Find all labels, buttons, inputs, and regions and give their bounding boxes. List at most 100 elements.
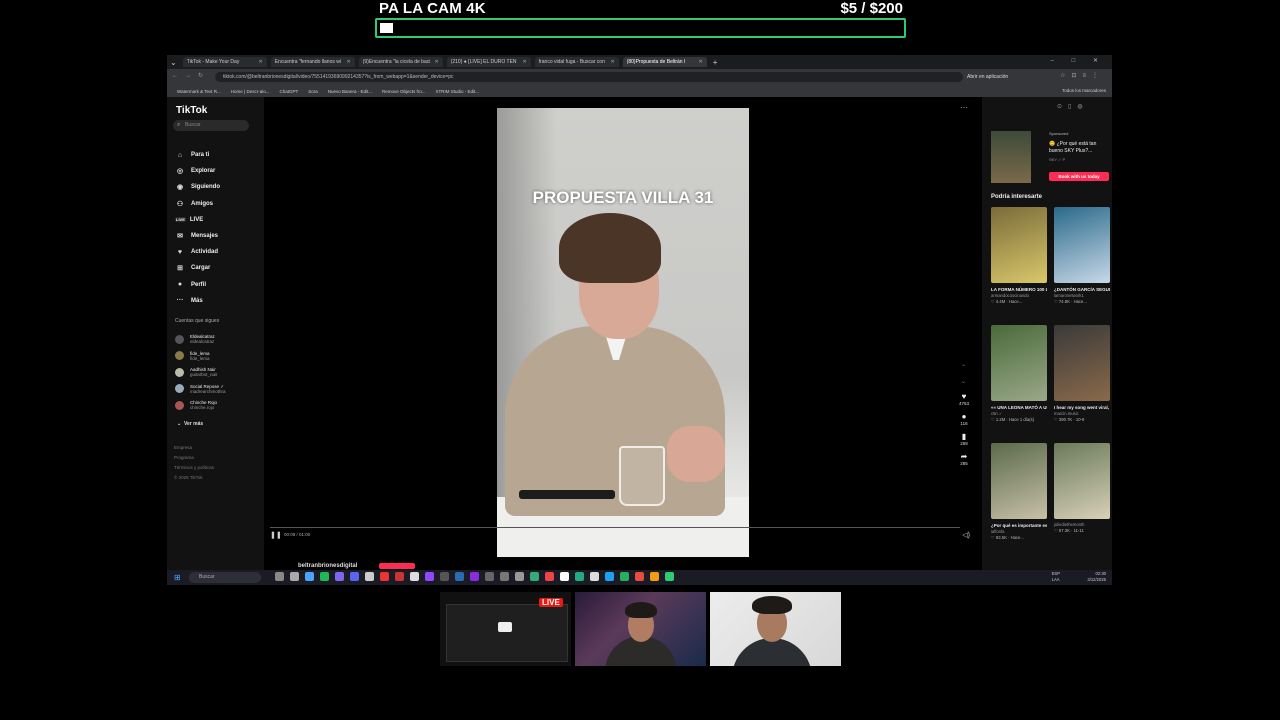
- taskbar-app-icon[interactable]: [290, 572, 299, 581]
- followed-account[interactable]: Chinche Rojo chinche.rojo: [175, 397, 226, 414]
- sidebar-item-amigos[interactable]: ⚇ Amigos: [175, 196, 220, 212]
- bookmark-item[interactable]: Sora: [308, 89, 318, 94]
- footer-link[interactable]: Programa: [174, 453, 214, 463]
- sidebar-item-siguiendo[interactable]: ◉ Siguiendo: [175, 179, 220, 195]
- video-author[interactable]: beltranbrionesdigital: [298, 563, 357, 569]
- tiktok-logo[interactable]: TikTok: [176, 105, 207, 116]
- browser-tab[interactable]: franco vidal fuga - Buscar con ✕: [534, 57, 619, 67]
- see-more-button[interactable]: ⌄ Ver más: [177, 421, 203, 427]
- taskbar-app-icon[interactable]: [275, 572, 284, 581]
- footer-link[interactable]: Empresa: [174, 443, 214, 453]
- bookmark-icon[interactable]: ▮: [957, 432, 971, 441]
- bookmark-item[interactable]: Remove Objects fro...: [382, 89, 426, 94]
- footer-link[interactable]: © 2025 TikTok: [174, 473, 214, 483]
- search-input[interactable]: ⌕ Buscar: [173, 120, 249, 131]
- tab-search-icon[interactable]: ⌄: [170, 58, 177, 67]
- volume-icon[interactable]: ◁): [962, 531, 970, 539]
- bookmark-item[interactable]: Home | Descr-alo...: [231, 89, 270, 94]
- suggested-video-card[interactable]: ¿Por qué es importante estudiar...ialfon…: [991, 443, 1047, 541]
- more-options-icon[interactable]: ···: [960, 103, 968, 112]
- taskbar-app-icon[interactable]: [575, 572, 584, 581]
- bookmark-item[interactable]: Watermark & Text R...: [177, 89, 221, 94]
- taskbar-app-icon[interactable]: [635, 572, 644, 581]
- scroll-arrows[interactable]: ⌃ ⌄: [961, 361, 966, 389]
- suggested-video-card[interactable]: LA FORMA NÚMERO 100 Llegamos... por...ar…: [991, 207, 1047, 305]
- taskbar-app-icon[interactable]: [560, 572, 569, 581]
- taskbar-app-icon[interactable]: [395, 572, 404, 581]
- taskbar-language[interactable]: ESP LAA: [1052, 571, 1060, 583]
- tab-close-icon[interactable]: ✕: [611, 59, 615, 65]
- taskbar-search[interactable]: Buscar: [189, 572, 261, 583]
- taskbar-app-icon[interactable]: [440, 572, 449, 581]
- header-icons[interactable]: ⊙▯◍: [1057, 103, 1089, 110]
- taskbar-app-icon[interactable]: [530, 572, 539, 581]
- video-progress-track[interactable]: [270, 527, 960, 528]
- sidebar-item-mensajes[interactable]: ✉ Mensajes: [175, 228, 220, 244]
- window-controls[interactable]: – □ ✕: [1051, 57, 1106, 64]
- comment-icon[interactable]: ●: [957, 412, 971, 421]
- taskbar-app-icon[interactable]: [410, 572, 419, 581]
- tab-close-icon[interactable]: ✕: [435, 59, 439, 65]
- taskbar-app-icon[interactable]: [665, 572, 674, 581]
- all-bookmarks-link[interactable]: Todos los marcadores: [1062, 88, 1106, 93]
- tab-close-icon[interactable]: ✕: [699, 59, 703, 65]
- taskbar-app-icon[interactable]: [620, 572, 629, 581]
- taskbar-app-icon[interactable]: [515, 572, 524, 581]
- followed-account[interactable]: Aadhish Nair guitarbot_nair: [175, 364, 226, 381]
- followed-account[interactable]: Social Repose ✓ madrearchmothra: [175, 381, 226, 398]
- sidebar-item-para-ti[interactable]: ⌂ Para ti: [175, 147, 220, 163]
- taskbar-app-icon[interactable]: [485, 572, 494, 581]
- pause-icon[interactable]: ❚❚: [270, 531, 282, 539]
- toolbar-icons[interactable]: ☆⊡≡⋮: [1060, 72, 1104, 79]
- open-app-button[interactable]: Abrir en aplicación: [967, 72, 1008, 82]
- followed-account[interactable]: Eldealcatraz eldealcatraz: [175, 331, 226, 348]
- share-icon[interactable]: ➦: [957, 452, 971, 461]
- taskbar-app-icon[interactable]: [470, 572, 479, 581]
- windows-start-icon[interactable]: ⊞: [174, 573, 181, 582]
- taskbar-app-icon[interactable]: [650, 572, 659, 581]
- sidebar-item-más[interactable]: ··· Más: [175, 293, 220, 309]
- footer-link[interactable]: Términos y políticas: [174, 463, 214, 473]
- ad-cta-button[interactable]: Book with us today: [1049, 172, 1109, 181]
- new-tab-icon[interactable]: +: [713, 58, 718, 67]
- taskbar-clock[interactable]: 02:30 3/12/2025: [1087, 571, 1106, 583]
- like-icon[interactable]: ♥: [957, 392, 971, 401]
- followed-account[interactable]: fide_lema fide_lema: [175, 348, 226, 365]
- taskbar-app-icon[interactable]: [335, 572, 344, 581]
- browser-tab[interactable]: TikTok - Make Your Day ✕: [182, 57, 267, 67]
- suggested-video-card[interactable]: juliediethemonth ♡ 67.3K · 11-11: [1054, 443, 1110, 534]
- browser-tab[interactable]: (9)Encuentra "la cicela de baci ✕: [358, 57, 443, 67]
- taskbar-app-icon[interactable]: [545, 572, 554, 581]
- bookmark-item[interactable]: ChatGPT: [279, 89, 298, 94]
- bookmark-item[interactable]: XTRIM Studio - Edit...: [436, 89, 480, 94]
- sidebar-item-perfil[interactable]: ● Perfil: [175, 277, 220, 293]
- video-frame[interactable]: PROPUESTA VILLA 31: [497, 108, 749, 557]
- suggested-video-card[interactable]: «« UNA LEONA MATÓ A UN HOMBRE EN...c5n ✓…: [991, 325, 1047, 423]
- browser-tab[interactable]: (80)Propuesta de Beltrán I ✕: [622, 57, 707, 67]
- sidebar-item-actividad[interactable]: ♥ Actividad: [175, 244, 220, 260]
- nav-buttons[interactable]: ←→↻: [172, 72, 210, 79]
- taskbar-app-icon[interactable]: [590, 572, 599, 581]
- browser-tab[interactable]: Encuentra "fernando llanos wi ✕: [270, 57, 355, 67]
- taskbar-app-icon[interactable]: [320, 572, 329, 581]
- taskbar-app-icon[interactable]: [350, 572, 359, 581]
- url-input[interactable]: tiktok.com/@beltranbrionesdigital/video/…: [215, 72, 963, 82]
- taskbar-app-icon[interactable]: [605, 572, 614, 581]
- browser-tab[interactable]: (210) ● [LIVE] EL DURO TEN ✕: [446, 57, 531, 67]
- tab-close-icon[interactable]: ✕: [259, 59, 263, 65]
- taskbar-app-icon[interactable]: [425, 572, 434, 581]
- sidebar-item-cargar[interactable]: ⊞ Cargar: [175, 260, 220, 276]
- taskbar-app-icon[interactable]: [500, 572, 509, 581]
- suggested-video-card[interactable]: ¿DANTÓN GARCÍA SEGUIRÁ EL CAMIN...lamaro…: [1054, 207, 1110, 305]
- sidebar-item-live[interactable]: LIVE LIVE: [175, 212, 220, 228]
- ad-thumbnail[interactable]: [991, 131, 1031, 183]
- tab-close-icon[interactable]: ✕: [347, 59, 351, 65]
- taskbar-app-icon[interactable]: [365, 572, 374, 581]
- suggested-video-card[interactable]: I hear my song went viral, here's how to…: [1054, 325, 1110, 423]
- tab-close-icon[interactable]: ✕: [523, 59, 527, 65]
- follow-button[interactable]: [379, 563, 415, 569]
- taskbar-app-icon[interactable]: [455, 572, 464, 581]
- taskbar-app-icon[interactable]: [305, 572, 314, 581]
- taskbar-app-icon[interactable]: [380, 572, 389, 581]
- bookmark-item[interactable]: Nuevo Banera - Edit...: [328, 89, 372, 94]
